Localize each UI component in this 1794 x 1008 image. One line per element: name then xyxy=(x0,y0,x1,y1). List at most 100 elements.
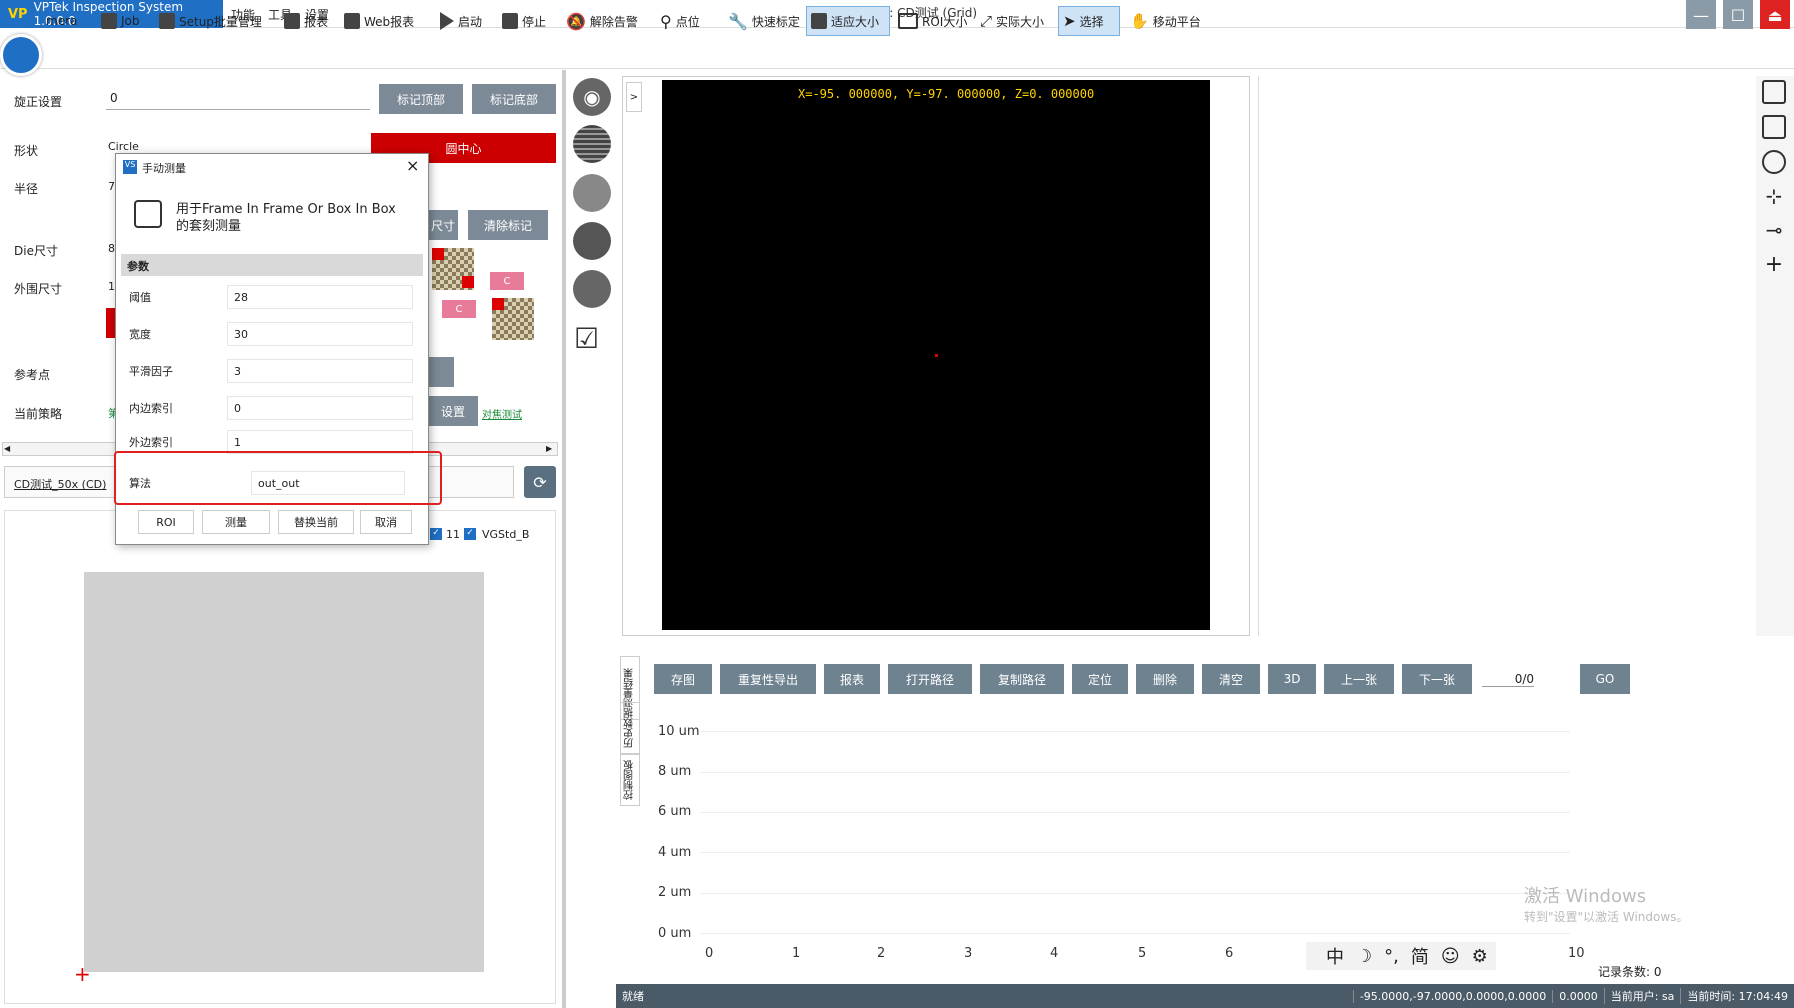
report-button[interactable]: 报表 xyxy=(824,664,880,694)
toolbar-camera[interactable]: mera xyxy=(42,6,81,36)
fit-icon xyxy=(811,13,827,29)
go-button[interactable]: GO xyxy=(1580,664,1630,694)
next-button[interactable]: 下一张 xyxy=(1402,664,1472,694)
param-input[interactable]: 3 xyxy=(227,359,413,383)
grid-globe-icon[interactable] xyxy=(573,125,611,163)
record-count: 记录条数: 0 xyxy=(1598,965,1662,979)
toolbar-roi-size[interactable]: ROI大小 xyxy=(894,6,971,36)
toolbar-select[interactable]: ➤ 选择 xyxy=(1058,6,1120,36)
bell-off-icon: 🔕 xyxy=(566,11,586,31)
toolbar-setup-batch[interactable]: Setup批量管理 xyxy=(155,6,266,36)
x-tick-label: 3 xyxy=(964,946,973,961)
crosshair-icon[interactable]: + xyxy=(1762,252,1786,277)
tab-history-data[interactable]: 历史数据 xyxy=(620,702,640,754)
radius-value[interactable]: 7 xyxy=(108,180,115,193)
toolbar-label: 报表 xyxy=(304,14,329,29)
ime-chinese-icon[interactable]: 中 xyxy=(1326,943,1344,969)
checkbox-vgstd-icon[interactable]: ✓ xyxy=(464,528,476,540)
scroll-right-icon[interactable]: ▶ xyxy=(546,444,556,454)
calibration-icon[interactable] xyxy=(573,222,611,260)
gridline xyxy=(700,772,1570,773)
x-tick-label: 5 xyxy=(1138,946,1147,961)
previous-button[interactable]: 上一张 xyxy=(1324,664,1394,694)
tab-control-chart[interactable]: 控制图板 xyxy=(620,754,640,806)
ime-moon-icon[interactable]: ☽ xyxy=(1356,946,1372,967)
toolbar-web-report[interactable]: Web报表 xyxy=(340,6,418,36)
toolbar-point[interactable]: ⚲ 点位 xyxy=(656,6,704,36)
focus-test-link[interactable]: 对焦测试 xyxy=(482,406,522,421)
param-input[interactable]: 0 xyxy=(227,396,413,420)
refresh-settings-icon[interactable]: ⟳ xyxy=(524,466,556,498)
home-logo-icon[interactable] xyxy=(0,34,42,76)
cancel-button[interactable]: 取消 xyxy=(360,510,412,534)
toolbar-job[interactable]: Job xyxy=(97,6,144,36)
toolbar-stop[interactable]: 停止 xyxy=(498,6,550,36)
minimize-button[interactable]: — xyxy=(1686,0,1716,30)
repeatability-export-button[interactable]: 重复性导出 xyxy=(720,664,816,694)
toolbar-label: Setup批量管理 xyxy=(179,14,262,29)
measure-button[interactable]: 测量 xyxy=(202,510,270,534)
outer-size-value[interactable]: 1 xyxy=(108,280,115,293)
toolbar-fit-size[interactable]: 适应大小 xyxy=(806,6,890,36)
replace-current-button[interactable]: 替换当前 xyxy=(278,510,354,534)
ime-simplified-icon[interactable]: 简 xyxy=(1411,943,1429,969)
toolbar-report[interactable]: 报表 xyxy=(280,6,332,36)
toolbar-label: 停止 xyxy=(522,14,547,29)
open-path-button[interactable]: 打开路径 xyxy=(888,664,972,694)
x-tick-label: 0 xyxy=(705,946,714,961)
image-frame-icon[interactable] xyxy=(573,270,611,308)
side-button[interactable] xyxy=(428,357,454,387)
algorithm-select[interactable]: out_out xyxy=(251,471,405,495)
y-tick-label: 10 um xyxy=(658,724,700,739)
splitter[interactable] xyxy=(562,70,566,1008)
toolbar-label: 点位 xyxy=(675,14,700,29)
toolbar-start[interactable]: 启动 xyxy=(436,6,486,36)
toolbar-actual-size[interactable]: ⤢ 实际大小 xyxy=(976,6,1048,36)
chip-c-left: C xyxy=(442,300,476,318)
ime-punctuation-icon[interactable]: °, xyxy=(1384,946,1399,967)
size-button[interactable]: 尺寸 xyxy=(428,210,458,240)
map-settings-icon[interactable] xyxy=(573,174,611,212)
ime-emoji-icon[interactable]: ☺ xyxy=(1441,946,1460,967)
ime-settings-icon[interactable]: ⚙ xyxy=(1472,946,1488,967)
checkbox-11-label: 11 xyxy=(446,528,460,541)
copy-path-button[interactable]: 复制路径 xyxy=(980,664,1064,694)
param-input[interactable]: 28 xyxy=(227,285,413,309)
shape-label: 形状 xyxy=(14,144,39,158)
maximize-button[interactable]: ☐ xyxy=(1723,0,1753,30)
param-input[interactable]: 30 xyxy=(227,322,413,346)
scroll-left-icon[interactable]: ◀ xyxy=(4,444,14,454)
toolbar-quick-calibrate[interactable]: 🔧 快速标定 xyxy=(724,6,804,36)
rotate-input[interactable]: 0 xyxy=(106,88,370,110)
y-tick-label: 8 um xyxy=(658,764,692,779)
viewport-collapse-button[interactable]: > xyxy=(626,82,642,112)
line-tool-icon[interactable]: ⊸ xyxy=(1762,218,1786,242)
expand-icon: ⤢ xyxy=(980,12,993,30)
add-point-icon[interactable]: ⊹ xyxy=(1762,184,1786,208)
exit-button[interactable]: ⏏ xyxy=(1760,0,1790,30)
checkbox-11-icon[interactable]: ✓ xyxy=(430,528,442,540)
dialog-close-icon[interactable]: × xyxy=(406,156,419,175)
chip-c-right: C xyxy=(490,272,524,290)
checklist-icon[interactable]: ☑ xyxy=(574,322,610,356)
frame-select-icon[interactable] xyxy=(1762,115,1786,139)
param-label: 平滑因子 xyxy=(129,365,173,378)
circle-tool-icon[interactable] xyxy=(1762,150,1786,174)
mark-top-button[interactable]: 标记顶部 xyxy=(379,84,463,114)
roi-button[interactable]: ROI xyxy=(138,510,194,534)
setting-button[interactable]: 设置 xyxy=(428,396,478,426)
fit-window-icon[interactable] xyxy=(1762,80,1786,104)
locate-button[interactable]: 定位 xyxy=(1072,664,1128,694)
3d-button[interactable]: 3D xyxy=(1268,664,1316,694)
clear-mark-button[interactable]: 清除标记 xyxy=(468,210,548,240)
toolbar-clear-alarm[interactable]: 🔕 解除告警 xyxy=(562,6,642,36)
delete-button[interactable]: 删除 xyxy=(1136,664,1194,694)
job-link[interactable]: CD测试_50x (CD) xyxy=(14,476,106,492)
mark-bottom-button[interactable]: 标记底部 xyxy=(472,84,556,114)
toolbar-move-platform[interactable]: ✋ 移动平台 xyxy=(1126,6,1205,36)
die-size-value[interactable]: 8 xyxy=(108,242,115,255)
wafer-preview[interactable] xyxy=(84,572,484,972)
camera-icon[interactable]: ◉ xyxy=(573,78,611,116)
save-image-button[interactable]: 存图 xyxy=(654,664,712,694)
clear-button[interactable]: 清空 xyxy=(1202,664,1260,694)
